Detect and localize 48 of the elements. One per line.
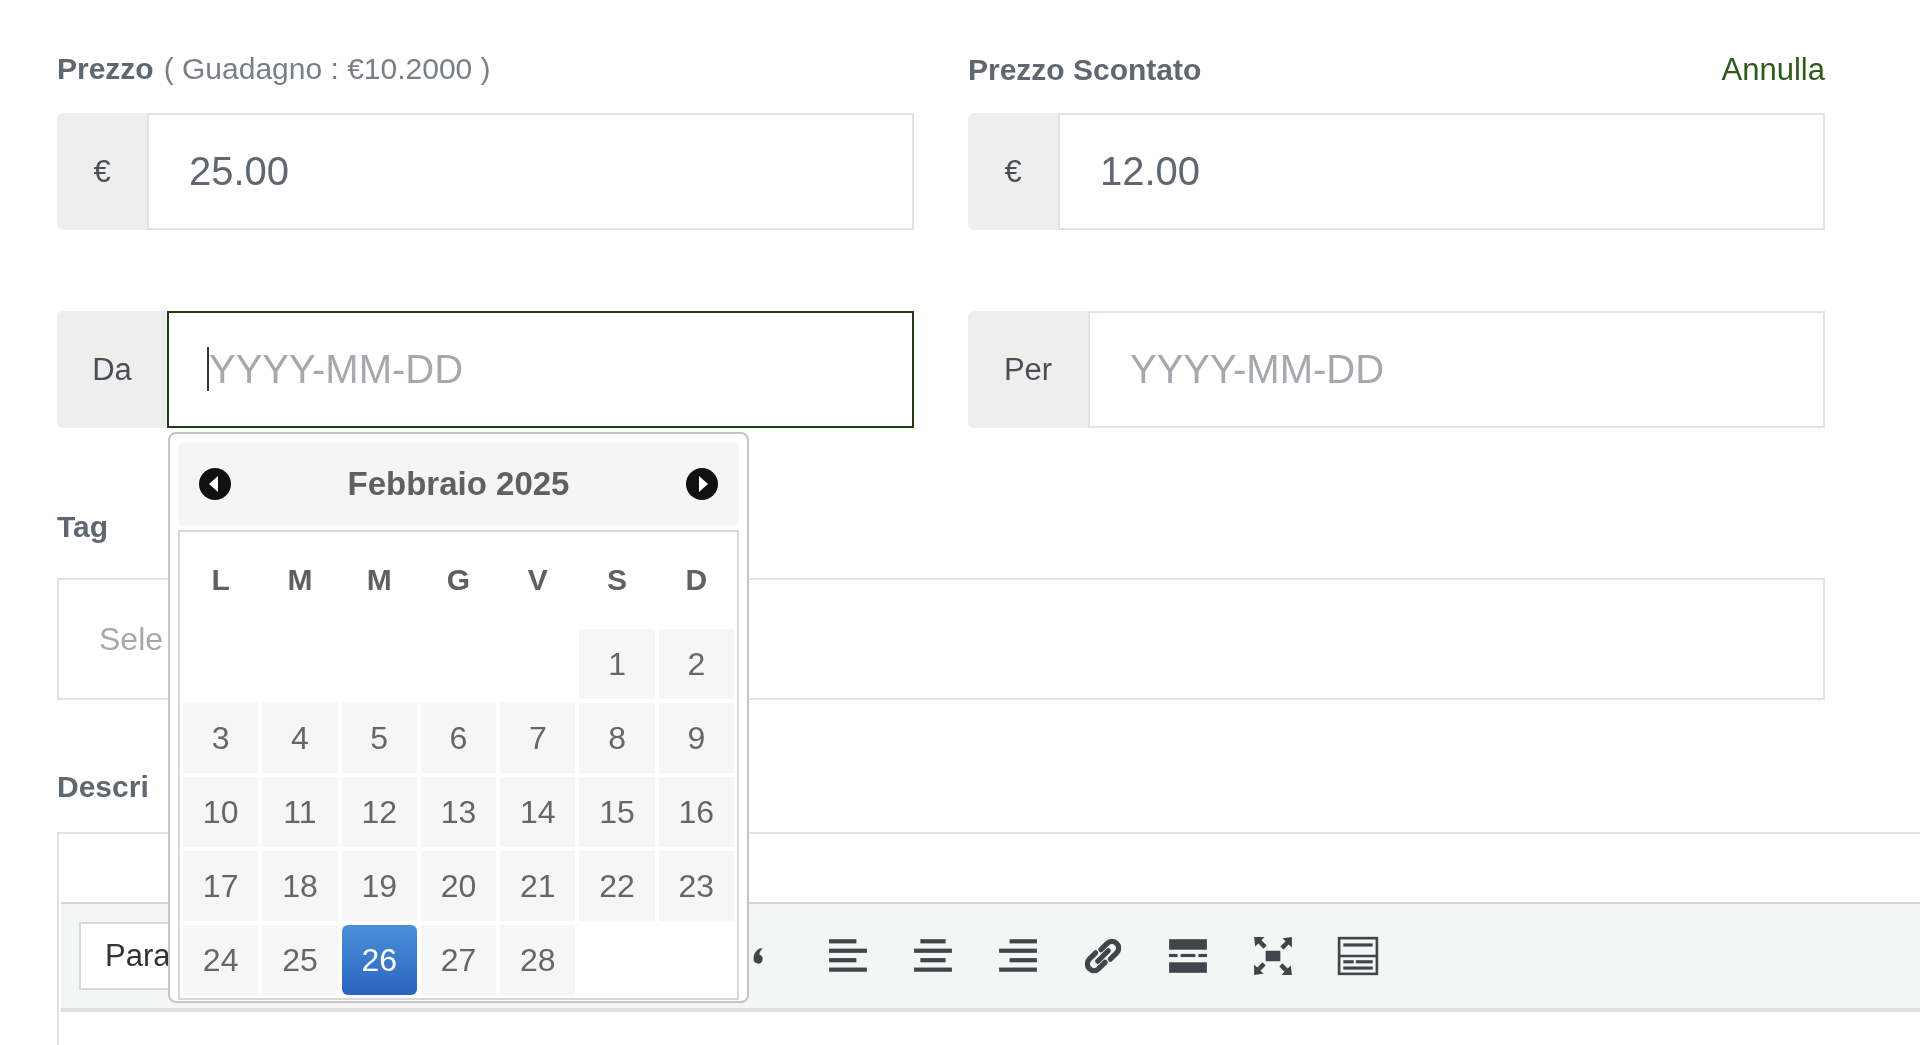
cancel-link[interactable]: Annulla: [1721, 52, 1825, 88]
calendar-day[interactable]: 5: [341, 703, 417, 773]
field-label: Prezzo Scontato: [968, 53, 1202, 87]
calendar-day[interactable]: 26: [341, 925, 417, 995]
calendar-day[interactable]: 2: [658, 629, 734, 699]
tag-placeholder: Sele: [99, 620, 164, 658]
calendar-day[interactable]: 27: [420, 925, 497, 995]
keyboard-icon[interactable]: [1337, 935, 1379, 977]
previous-month-icon[interactable]: [198, 467, 232, 501]
calendar-day[interactable]: 24: [183, 925, 259, 995]
calendar-day[interactable]: 23: [658, 851, 734, 921]
price-input[interactable]: 12.00: [1058, 113, 1825, 230]
price-input[interactable]: 25.00: [147, 113, 914, 230]
calendar-day[interactable]: 10: [183, 777, 259, 847]
calendar-day[interactable]: 22: [579, 851, 655, 921]
tag-label: Tag: [57, 510, 109, 543]
calendar-day[interactable]: 21: [500, 851, 576, 921]
calendar-day[interactable]: 17: [183, 851, 259, 921]
next-month-icon[interactable]: [685, 467, 719, 501]
date-input[interactable]: YYYY-MM-DD: [167, 311, 914, 428]
currency-addon: €: [968, 113, 1058, 230]
calendar-day[interactable]: 8: [579, 703, 655, 773]
calendar-day[interactable]: 13: [420, 777, 497, 847]
calendar-day[interactable]: 15: [579, 777, 655, 847]
calendar-day[interactable]: 25: [262, 925, 338, 995]
date-addon: Da: [57, 311, 167, 428]
calendar-day[interactable]: 11: [262, 777, 338, 847]
calendar-day[interactable]: 16: [658, 777, 734, 847]
calendar-day[interactable]: 6: [420, 703, 497, 773]
calendar-day[interactable]: 14: [500, 777, 576, 847]
calendar-day[interactable]: 7: [500, 703, 576, 773]
profit-note: ( Guadagno : €10.2000 ): [163, 52, 491, 86]
text-cursor: [207, 347, 209, 391]
month-title: Febbraio 2025: [347, 465, 570, 503]
calendar-day[interactable]: 4: [262, 703, 338, 773]
calendar-day[interactable]: 9: [658, 703, 734, 773]
description-label: Descri: [57, 770, 149, 803]
calendar-day[interactable]: 3: [183, 703, 259, 773]
calendar-day[interactable]: 28: [500, 925, 576, 995]
calendar-day[interactable]: 20: [420, 851, 497, 921]
field-label: Prezzo: [57, 52, 154, 86]
date-addon: Per: [968, 311, 1088, 428]
calendar-day[interactable]: 12: [341, 777, 417, 847]
calendar-day[interactable]: 18: [262, 851, 338, 921]
calendar-day[interactable]: 19: [341, 851, 417, 921]
calendar-day[interactable]: 1: [579, 629, 655, 699]
currency-addon: €: [57, 113, 147, 230]
fullscreen-icon[interactable]: [1252, 935, 1294, 977]
